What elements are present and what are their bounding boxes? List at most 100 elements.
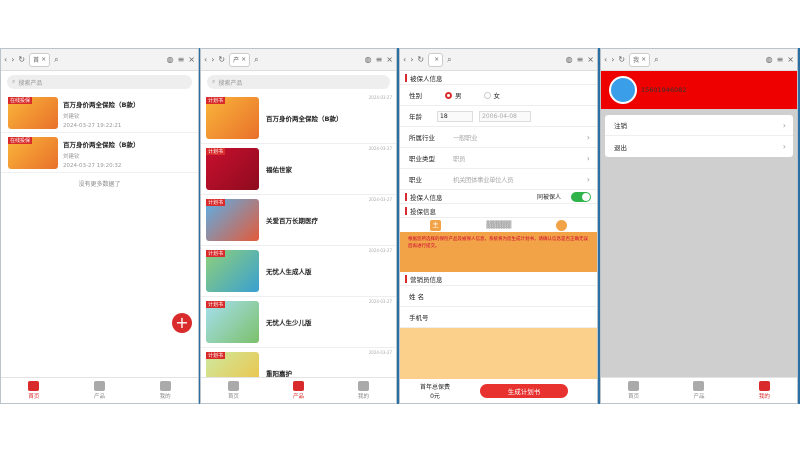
search-icon[interactable]: ⌕ (447, 55, 451, 65)
search-icon[interactable]: ⌕ (654, 55, 658, 65)
nav-products[interactable]: 产品 (666, 378, 731, 403)
product-thumbnail: 计划书 (206, 97, 259, 139)
search-icon: ⌕ (212, 78, 216, 85)
nav-home[interactable]: 首页 (1, 378, 67, 403)
product-thumbnail: 在线投保 (8, 97, 58, 129)
menu-icon[interactable]: ≡ (777, 55, 784, 64)
chevron-right-icon: › (782, 142, 786, 151)
job-row[interactable]: 职业 机关团体事业单位人员 › (400, 169, 597, 190)
reload-icon[interactable]: ↻ (18, 55, 25, 64)
umbrella-icon (693, 381, 705, 391)
reload-icon[interactable]: ↻ (618, 55, 625, 64)
home-icon (628, 381, 640, 391)
search-icon: ⌕ (12, 78, 16, 85)
nav-mine[interactable]: 我的 (732, 378, 797, 403)
product-thumbnail: 计划书 (206, 301, 259, 343)
menu-logout-account[interactable]: 注销 › (605, 115, 793, 136)
add-button[interactable]: + (172, 313, 192, 333)
close-icon[interactable]: × (587, 55, 594, 64)
forward-icon[interactable]: › (11, 55, 14, 64)
search-icon[interactable]: ⌕ (54, 55, 58, 65)
female-radio[interactable] (483, 91, 491, 99)
back-icon[interactable]: ‹ (204, 55, 207, 64)
browser-tab[interactable]: 产 × (229, 52, 251, 67)
notice-text: 根据您所选择的保险产品及被保人信息，系统将为您生成计划书，请确认信息是否正确无误… (400, 232, 597, 272)
reload-icon[interactable]: ↻ (218, 55, 225, 64)
bottom-nav: 首页 产品 我的 (601, 377, 797, 403)
globe-icon[interactable]: ◍ (766, 55, 773, 64)
forward-icon[interactable]: › (410, 55, 413, 64)
agent-phone-row[interactable]: 手机号 (400, 307, 597, 328)
nav-products[interactable]: 产品 (67, 378, 133, 403)
main-product-row: 主 ▓▓▓▓▓ (400, 218, 597, 232)
user-icon (159, 381, 171, 391)
menu-icon[interactable]: ≡ (577, 55, 584, 64)
back-icon[interactable]: ‹ (4, 55, 7, 64)
home-icon (228, 381, 239, 391)
search-input[interactable]: ⌕ 搜索产品 (7, 75, 192, 89)
nav-home[interactable]: 首页 (601, 378, 666, 403)
close-icon[interactable]: × (787, 55, 794, 64)
browser-toolbar: ‹ › ↻ 首 × ⌕ ◍ ≡ × (1, 49, 198, 71)
profile-window: ‹ › ↻ 我 × ⌕ ◍ ≡ × 15601946082 注销 › 退出 › 首页 产品 … (600, 48, 798, 404)
products-window: ‹ › ↻ 产 × ⌕ ◍ ≡ × ⌕ 搜索产品 2024-03-27 计划书 百万身价两全保… (200, 48, 397, 404)
plan-form-window: ‹ › ↻ × ⌕ ◍ ≡ × 被保人信息 性别男女 年龄 18 2006-04-08 所属… (399, 48, 598, 404)
section-applicant: 投保人信息 同被保人 (400, 190, 597, 204)
back-icon[interactable]: ‹ (604, 55, 607, 64)
male-radio[interactable] (445, 91, 452, 99)
menu-icon[interactable]: ≡ (178, 55, 185, 64)
chevron-right-icon: › (586, 132, 590, 142)
search-icon[interactable]: ⌕ (254, 55, 258, 65)
browser-tab[interactable]: 首 × (29, 52, 51, 67)
product-item[interactable]: 2024-03-27 计划书 无忧人生成人版 (201, 246, 396, 297)
product-item[interactable]: 2024-03-27 计划书 百万身价两全保险（B款） (201, 93, 396, 144)
forward-icon[interactable]: › (211, 55, 214, 64)
globe-icon[interactable]: ◍ (566, 55, 573, 64)
industry-row[interactable]: 所属行业 一般职业 › (400, 127, 597, 148)
add-icon[interactable] (555, 219, 567, 231)
reload-icon[interactable]: ↻ (417, 55, 424, 64)
forward-icon[interactable]: › (611, 55, 614, 64)
generate-plan-button[interactable]: 生成计划书 (480, 384, 569, 398)
menu-icon[interactable]: ≡ (376, 55, 383, 64)
browser-toolbar: ‹ › ↻ 产 × ⌕ ◍ ≡ × (201, 49, 396, 71)
globe-icon[interactable]: ◍ (167, 55, 174, 64)
no-more-text: 没有更多数据了 (78, 181, 121, 188)
section-insured: 被保人信息 (400, 71, 597, 85)
product-item[interactable]: 2024-03-27 计划书 关爱百万长期医疗 (201, 195, 396, 246)
profile-header: 15601946082 (601, 71, 797, 109)
product-item[interactable]: 2024-03-27 计划书 福佑世家 (201, 144, 396, 195)
user-icon (758, 381, 770, 391)
back-icon[interactable]: ‹ (403, 55, 406, 64)
close-icon[interactable]: × (386, 55, 393, 64)
chevron-right-icon: › (586, 174, 590, 184)
list-item[interactable]: 在线投保 百万身价两全保险（B款） 刘建钦 2024-03-27 19:20:32 (1, 133, 198, 173)
close-icon[interactable]: × (188, 55, 195, 64)
nav-products[interactable]: 产品 (266, 378, 331, 403)
same-as-insured-toggle[interactable] (571, 191, 591, 202)
product-thumbnail: 在线投保 (8, 137, 58, 169)
product-item[interactable]: 2024-03-27 计划书 无忧人生少儿版 (201, 297, 396, 348)
browser-toolbar: ‹ › ↻ × ⌕ ◍ ≡ × (400, 49, 597, 71)
browser-tab[interactable]: 我 × (629, 52, 651, 67)
nav-home[interactable]: 首页 (201, 378, 266, 403)
product-thumbnail: 计划书 (206, 148, 259, 190)
nav-mine[interactable]: 我的 (331, 378, 396, 403)
menu-exit[interactable]: 退出 › (605, 136, 793, 157)
age-row: 年龄 18 2006-04-08 (400, 106, 597, 127)
dob-input[interactable]: 2006-04-08 (479, 110, 531, 122)
search-input[interactable]: ⌕ 搜索产品 (207, 75, 390, 89)
agent-name-row[interactable]: 姓 名 (400, 286, 597, 307)
bottom-nav: 首页 产品 我的 (201, 377, 396, 403)
nav-mine[interactable]: 我的 (132, 378, 198, 403)
avatar[interactable] (609, 76, 637, 104)
section-policy: 投保信息 (400, 204, 597, 218)
browser-tab[interactable]: × (428, 52, 444, 67)
globe-icon[interactable]: ◍ (365, 55, 372, 64)
phone-text: 15601946082 (641, 86, 687, 94)
list-item[interactable]: 在线投保 百万身价两全保险（B款） 刘建钦 2024-03-27 19:22:21 (1, 93, 198, 133)
jobtype-row[interactable]: 职业类型 职员 › (400, 148, 597, 169)
gender-row: 性别男女 (400, 85, 597, 106)
age-input[interactable]: 18 (437, 110, 473, 122)
bottom-nav: 首页 产品 我的 (1, 377, 198, 403)
